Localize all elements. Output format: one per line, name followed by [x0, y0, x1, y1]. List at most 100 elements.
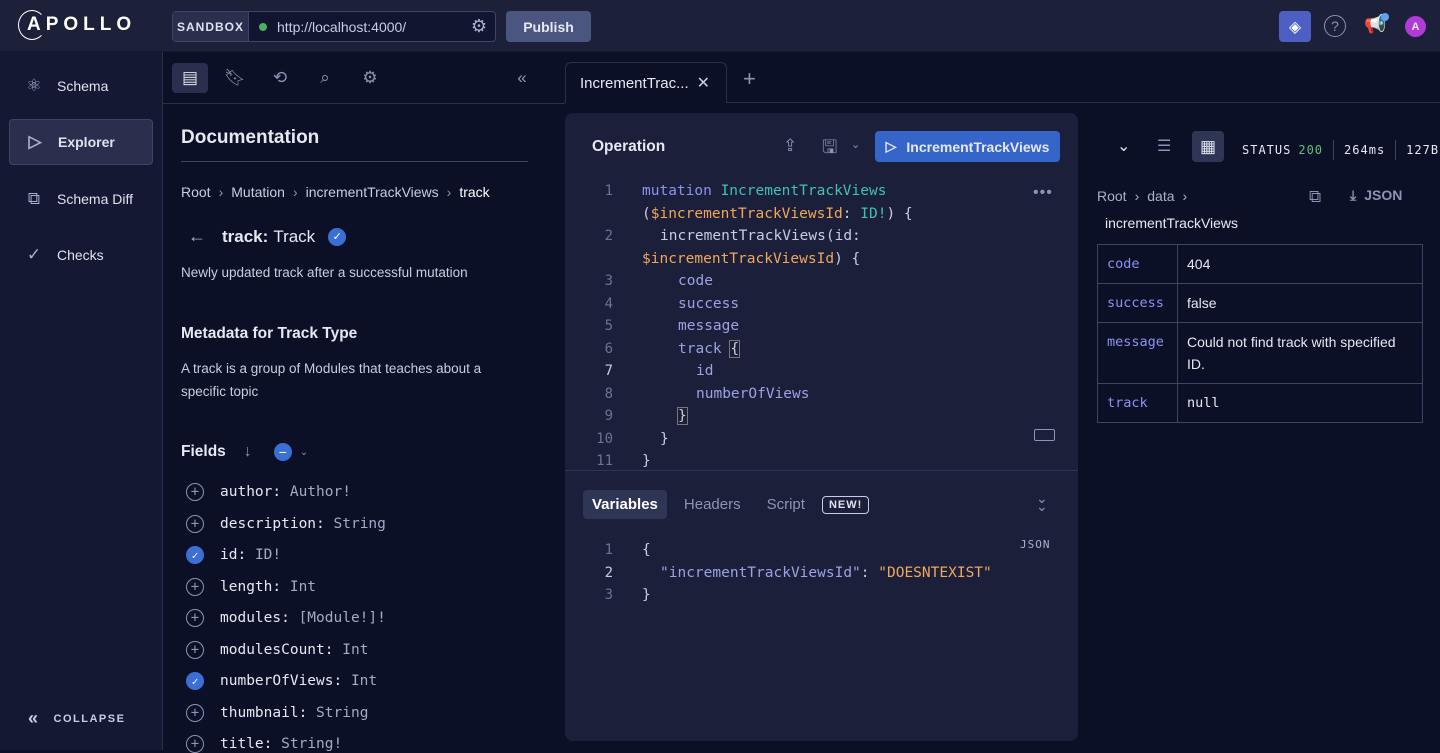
collapse-docs-icon[interactable]: «: [504, 63, 540, 93]
add-field-plus-icon[interactable]: +: [186, 703, 204, 722]
field-type[interactable]: Int: [351, 673, 377, 689]
response-chevron-down-icon[interactable]: ⌄: [1117, 136, 1130, 156]
field-type[interactable]: Author!: [290, 484, 351, 500]
add-field-plus-icon[interactable]: +: [186, 577, 204, 596]
field-type[interactable]: Int: [290, 579, 316, 595]
tab-script[interactable]: Script: [758, 490, 814, 519]
code-token: track: [678, 340, 722, 357]
nav-item-checks[interactable]: ✓ Checks: [9, 232, 153, 278]
line-number: 4: [604, 295, 613, 312]
code-token: }: [642, 587, 651, 603]
endpoint-url-input[interactable]: http://localhost:4000/: [277, 19, 406, 35]
bookmark-icon[interactable]: 🔖︎: [217, 63, 253, 93]
collapse-variables-chevron-icon[interactable]: ⌄ ⌄: [1036, 491, 1048, 513]
breadcrumb-data[interactable]: data: [1147, 188, 1174, 204]
field-row[interactable]: + title: String!: [186, 735, 342, 753]
nav-item-schema-diff[interactable]: ⧉ Schema Diff: [9, 176, 153, 222]
save-chevron-down-icon[interactable]: ⌄: [851, 138, 860, 151]
sandbox-cube-icon[interactable]: ◈: [1279, 11, 1311, 42]
publish-button[interactable]: Publish: [506, 11, 591, 42]
tab-headers[interactable]: Headers: [675, 490, 750, 519]
schema-graph-icon: ⚛: [26, 76, 42, 95]
line-number: 6: [604, 340, 613, 357]
response-row: code 404: [1097, 244, 1423, 284]
close-tab-icon[interactable]: ✕: [697, 73, 710, 93]
field-row[interactable]: ✓ id: ID!: [186, 546, 281, 564]
field-type[interactable]: ID!: [255, 547, 281, 563]
add-field-plus-icon[interactable]: +: [186, 514, 204, 533]
fields-label: Fields: [181, 443, 226, 460]
field-row[interactable]: + thumbnail: String: [186, 703, 368, 722]
tab-variables[interactable]: Variables: [583, 490, 667, 519]
share-icon[interactable]: ⇪: [783, 136, 797, 156]
field-row[interactable]: + modulesCount: Int: [186, 640, 368, 659]
table-view-icon[interactable]: ▦: [1192, 131, 1224, 162]
collapse-button[interactable]: « COLLAPSE: [28, 708, 125, 729]
nav-item-schema[interactable]: ⚛ Schema: [9, 63, 153, 109]
line-number: 7: [604, 363, 613, 379]
code-token: mutation: [642, 183, 712, 199]
download-json-button[interactable]: ⤓ JSON: [1350, 187, 1402, 204]
json-view-lines-icon[interactable]: ☰: [1157, 136, 1171, 156]
endpoint-bar[interactable]: SANDBOX http://localhost:4000/ ⚙: [172, 11, 496, 42]
field-type[interactable]: [Module!]!: [299, 610, 386, 626]
nav-label: Schema Diff: [57, 191, 133, 207]
code-token: "DOESNTEXIST": [878, 564, 992, 581]
connection-settings-gear-icon[interactable]: ⚙: [471, 16, 487, 37]
field-row[interactable]: + modules: [Module!]!: [186, 609, 386, 627]
selected-check-icon[interactable]: ✓: [328, 228, 347, 246]
run-operation-button[interactable]: ▷ IncrementTrackViews: [875, 131, 1060, 162]
breadcrumb-root[interactable]: Root: [181, 184, 211, 200]
selected-check-icon[interactable]: ✓: [186, 546, 204, 564]
avatar-letter: A: [1411, 20, 1420, 33]
new-tab-plus-icon[interactable]: +: [743, 66, 756, 92]
selected-check-icon[interactable]: ✓: [186, 672, 204, 690]
code-token: incrementTrackViews(id:: [660, 228, 861, 244]
field-row[interactable]: + description: String: [186, 514, 386, 533]
line-number: 5: [604, 318, 613, 334]
settings-gear-icon[interactable]: ⚙: [352, 63, 388, 93]
field-row[interactable]: + length: Int: [186, 577, 316, 596]
line-number: 2: [604, 564, 613, 581]
breadcrumb-mutation[interactable]: Mutation: [231, 184, 285, 200]
code-token: (: [642, 205, 651, 222]
operation-tab[interactable]: IncrementTrac... ✕: [565, 62, 727, 103]
documentation-tab-icon[interactable]: ▤: [172, 63, 208, 93]
sort-arrow-down-icon[interactable]: ↓: [244, 443, 252, 461]
variables-editor[interactable]: 1 { 2 "incrementTrackViewsId": "DOESNTEXIS…: [565, 539, 992, 607]
add-field-plus-icon[interactable]: +: [186, 609, 204, 627]
line-number: 10: [596, 430, 613, 447]
back-arrow-icon[interactable]: ←: [188, 226, 206, 247]
field-row[interactable]: ✓ numberOfViews: Int: [186, 672, 377, 690]
search-icon[interactable]: ⌕: [307, 63, 343, 93]
divider: [163, 103, 565, 104]
deselect-all-minus-icon[interactable]: −: [273, 443, 292, 461]
add-field-plus-icon[interactable]: +: [186, 735, 204, 753]
add-field-plus-icon[interactable]: +: [186, 640, 204, 659]
keyboard-shortcuts-icon[interactable]: [1034, 429, 1055, 441]
breadcrumb-root[interactable]: Root: [1097, 188, 1127, 204]
add-field-plus-icon[interactable]: +: [186, 483, 204, 501]
field-row[interactable]: + author: Author!: [186, 483, 351, 501]
more-options-icon[interactable]: •••: [1033, 184, 1053, 202]
divider: [565, 470, 1078, 471]
field-type[interactable]: String: [334, 516, 386, 532]
avatar[interactable]: A: [1405, 16, 1426, 37]
breadcrumb-current: incrementTrackViews: [1105, 215, 1239, 231]
field-name: length:: [220, 578, 282, 595]
save-icon[interactable]: 🖫: [822, 135, 837, 165]
field-type[interactable]: String: [316, 705, 368, 721]
tab-label: IncrementTrac...: [580, 74, 689, 92]
nav-label: Checks: [57, 247, 104, 263]
breadcrumb-field[interactable]: incrementTrackViews: [306, 184, 439, 200]
code-token: code: [678, 273, 713, 289]
help-icon[interactable]: ?: [1324, 15, 1346, 37]
chevron-down-icon[interactable]: ⌄: [300, 447, 308, 458]
field-type[interactable]: Int: [342, 642, 368, 658]
copy-icon[interactable]: ⧉: [1309, 187, 1321, 207]
nav-item-explorer[interactable]: ▷ Explorer: [9, 119, 153, 165]
operation-code[interactable]: 1 mutation IncrementTrackViews ($incremen…: [565, 180, 913, 473]
history-icon[interactable]: ⟲: [262, 63, 298, 93]
field-type[interactable]: Track: [273, 227, 315, 247]
play-icon: ▷: [885, 138, 897, 154]
